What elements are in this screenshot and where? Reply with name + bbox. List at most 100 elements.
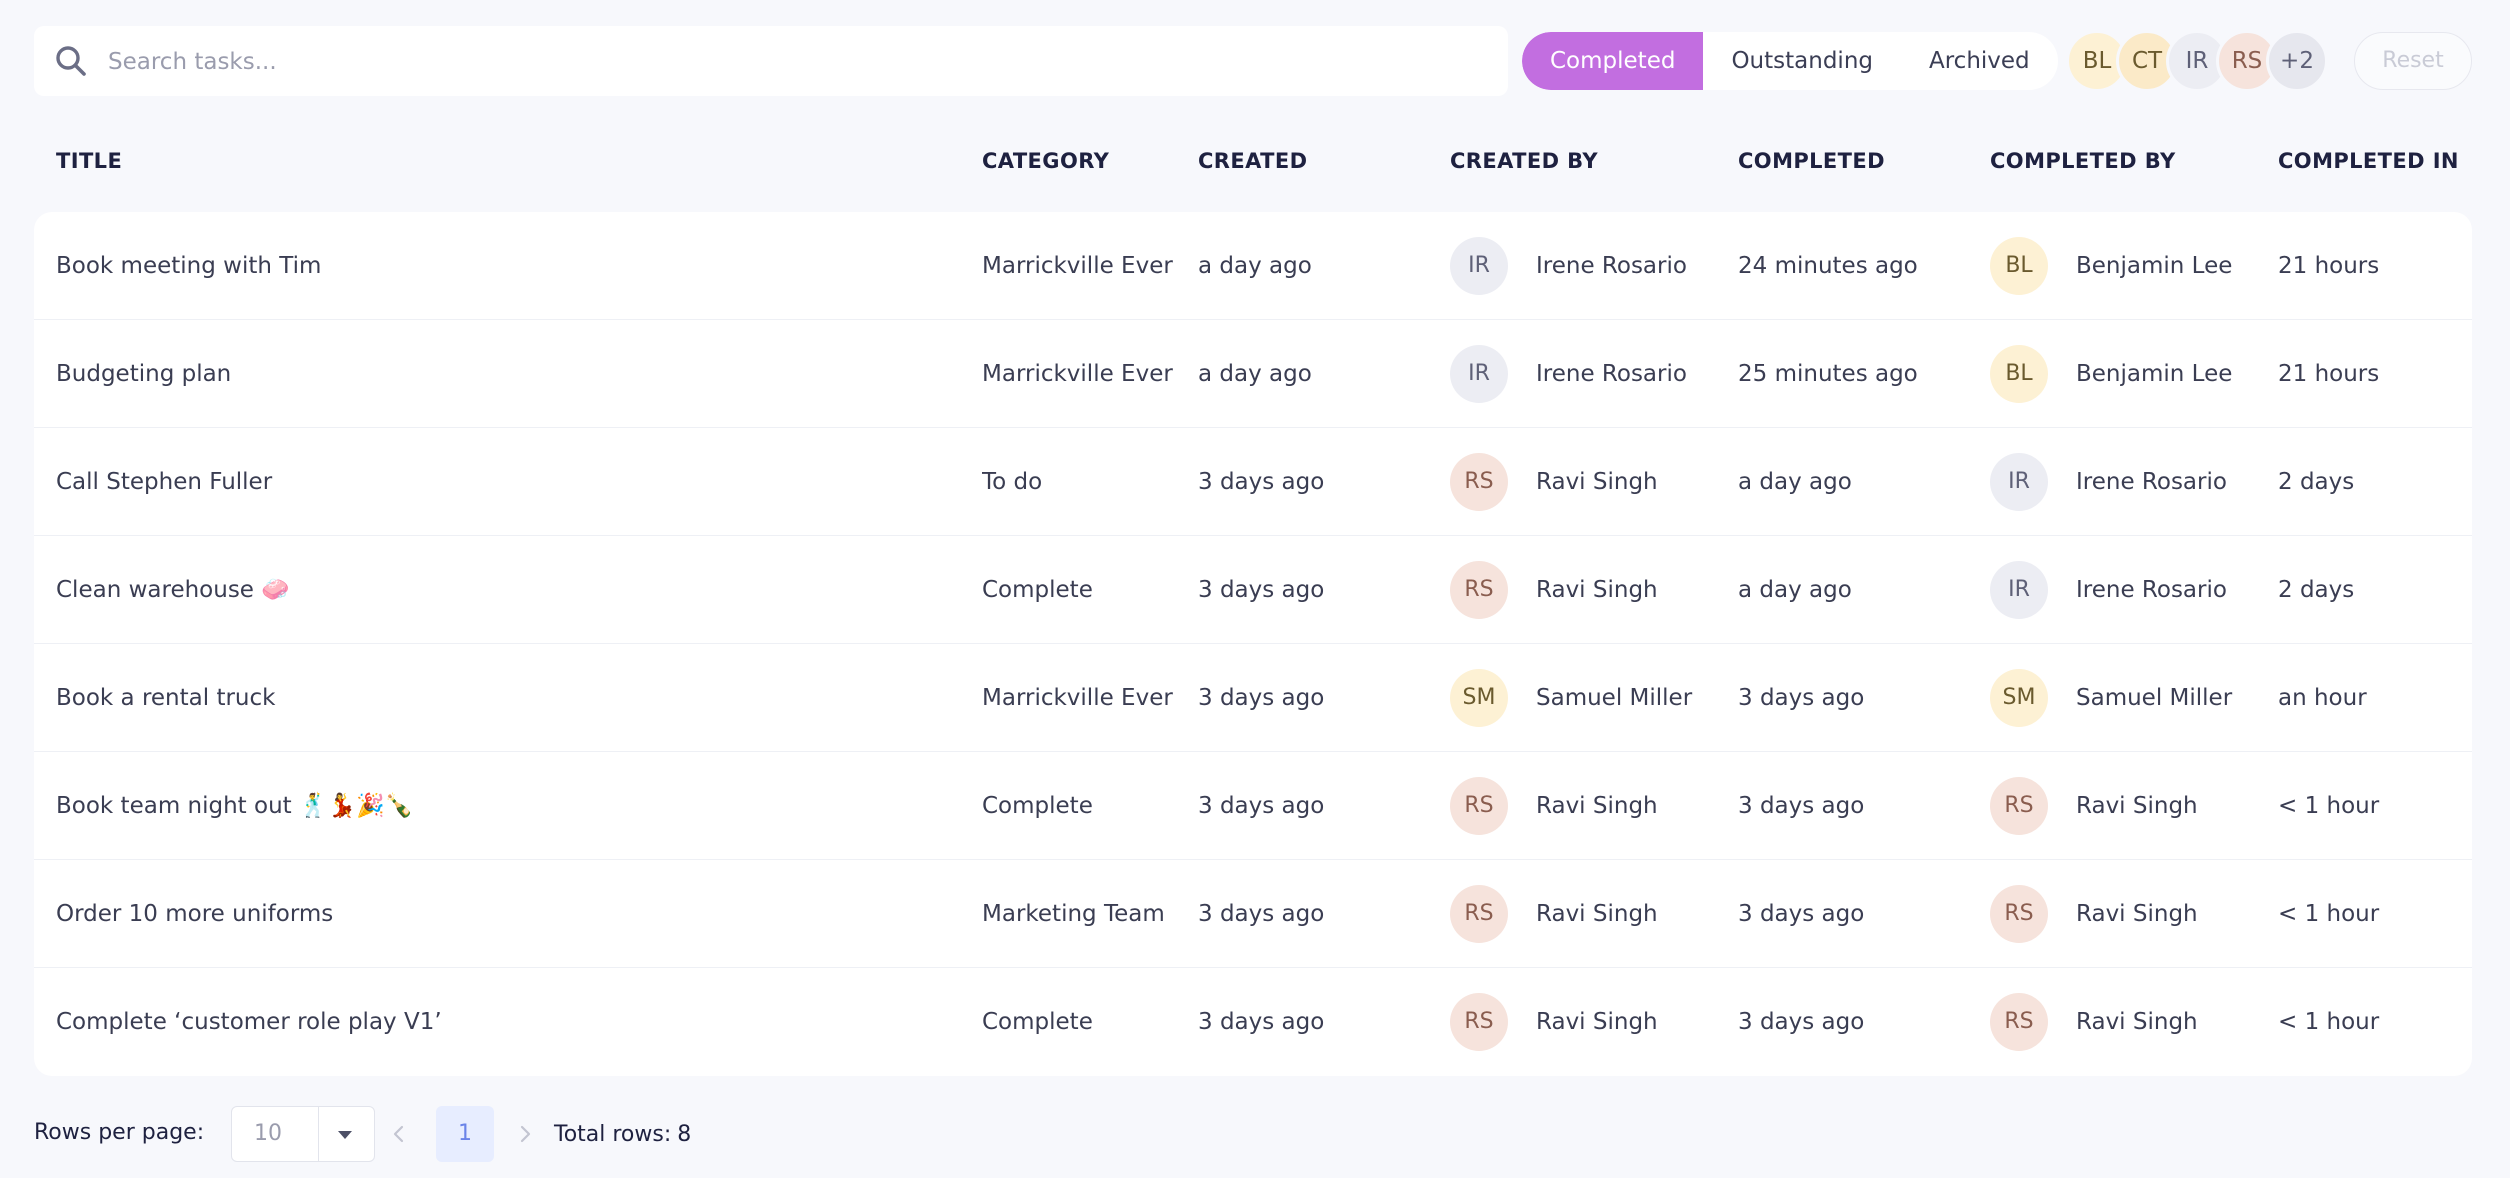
pagination-bar: Rows per page: 10 1 Total rows: 8 (34, 1104, 1234, 1162)
task-created: 3 days ago (1198, 577, 1325, 603)
table-row[interactable]: Clean warehouse 🧼 Complete 3 days ago RS Rav… (34, 536, 2472, 644)
task-completed-by: IR Irene Rosario (1990, 536, 2227, 644)
table-header: TITLE CATEGORY CREATED CREATED BY COMPLE… (34, 136, 2472, 186)
person-name: Ravi Singh (1536, 793, 1658, 819)
table-row[interactable]: Book team night out 🕺💃🎉🍾 Complete 3 days a… (34, 752, 2472, 860)
task-category: Marrickville Ever (982, 253, 1173, 279)
column-header-title[interactable]: TITLE (56, 136, 122, 186)
search-box[interactable] (34, 26, 1508, 98)
avatar: RS (1450, 453, 1508, 511)
rows-per-page-value: 10 (254, 1121, 282, 1146)
task-created-by: RS Ravi Singh (1450, 428, 1658, 536)
task-title: Clean warehouse 🧼 (56, 577, 290, 603)
person-name: Ravi Singh (2076, 793, 2198, 819)
task-title: Order 10 more uniforms (56, 901, 334, 927)
task-created-by: IR Irene Rosario (1450, 212, 1687, 320)
table-row[interactable]: Call Stephen Fuller To do 3 days ago RS Ravi… (34, 428, 2472, 536)
table-row[interactable]: Budgeting plan Marrickville Ever a day ago… (34, 320, 2472, 428)
table-row[interactable]: Book a rental truck Marrickville Ever 3 da… (34, 644, 2472, 752)
task-completed-in: 21 hours (2278, 253, 2380, 279)
avatar: RS (1450, 777, 1508, 835)
person-name: Ravi Singh (2076, 1009, 2198, 1035)
task-completed-in: 2 days (2278, 577, 2355, 603)
filter-avatar[interactable]: +2 (2266, 30, 2328, 92)
table-row[interactable]: Order 10 more uniforms Marketing Team 3 da… (34, 860, 2472, 968)
avatar: BL (1990, 345, 2048, 403)
task-created-by: RS Ravi Singh (1450, 752, 1658, 860)
task-title: Book a rental truck (56, 685, 276, 711)
task-created-by: RS Ravi Singh (1450, 968, 1658, 1076)
table-row[interactable]: Book meeting with Tim Marrickville Ever a … (34, 212, 2472, 320)
task-completed-in: 2 days (2278, 469, 2355, 495)
task-category: To do (982, 469, 1043, 495)
task-completed: a day ago (1738, 469, 1852, 495)
person-name: Ravi Singh (2076, 901, 2198, 927)
column-header-completed[interactable]: COMPLETED (1738, 136, 1885, 186)
column-header-completed-by[interactable]: COMPLETED BY (1990, 136, 2176, 186)
search-input[interactable] (106, 26, 1500, 98)
task-category: Complete (982, 577, 1093, 603)
task-completed: 24 minutes ago (1738, 253, 1918, 279)
task-title: Book team night out 🕺💃🎉🍾 (56, 793, 414, 819)
column-header-created[interactable]: CREATED (1198, 136, 1307, 186)
task-completed: 3 days ago (1738, 793, 1865, 819)
task-title: Complete ‘customer role play V1’ (56, 1009, 442, 1035)
task-completed-in: 21 hours (2278, 361, 2380, 387)
task-completed-by: IR Irene Rosario (1990, 428, 2227, 536)
avatar: RS (1450, 885, 1508, 943)
caret-down-icon (338, 1131, 352, 1139)
task-completed-by: RS Ravi Singh (1990, 860, 2198, 968)
task-created: 3 days ago (1198, 901, 1325, 927)
task-completed-by: BL Benjamin Lee (1990, 212, 2232, 320)
task-completed: 3 days ago (1738, 1009, 1865, 1035)
table-row[interactable]: Complete ‘customer role play V1’ Complete… (34, 968, 2472, 1076)
tab-archived[interactable]: Archived (1901, 32, 2058, 90)
column-header-completed-in[interactable]: COMPLETED IN (2278, 136, 2459, 186)
task-completed-in: < 1 hour (2278, 901, 2380, 927)
page-number-current[interactable]: 1 (436, 1106, 494, 1162)
person-name: Samuel Miller (1536, 685, 1693, 711)
user-filter-avatars: BL CT IR RS +2 (2066, 30, 2328, 92)
person-name: Ravi Singh (1536, 577, 1658, 603)
column-header-created-by[interactable]: CREATED BY (1450, 136, 1598, 186)
reset-button[interactable]: Reset (2354, 32, 2472, 90)
task-created-by: SM Samuel Miller (1450, 644, 1692, 752)
search-icon (56, 46, 86, 76)
chevron-left-icon[interactable] (384, 1106, 414, 1162)
task-created-by: RS Ravi Singh (1450, 860, 1658, 968)
task-created: 3 days ago (1198, 793, 1325, 819)
column-header-category[interactable]: CATEGORY (982, 136, 1109, 186)
avatar: IR (1990, 453, 2048, 511)
avatar: SM (1450, 669, 1508, 727)
avatar: SM (1990, 669, 2048, 727)
toolbar: Completed Outstanding Archived BLCTIRRS+… (34, 26, 2472, 98)
task-created: a day ago (1198, 361, 1312, 387)
person-name: Irene Rosario (1536, 253, 1687, 279)
task-category: Marrickville Ever (982, 361, 1173, 387)
avatar: RS (1990, 885, 2048, 943)
person-name: Ravi Singh (1536, 469, 1658, 495)
tab-outstanding[interactable]: Outstanding (1703, 32, 1901, 90)
total-rows-value: 8 (677, 1122, 692, 1147)
task-completed-by: BL Benjamin Lee (1990, 320, 2232, 428)
chevron-right-icon[interactable] (510, 1106, 540, 1162)
tab-completed[interactable]: Completed (1522, 32, 1704, 90)
avatar: BL (1990, 237, 2048, 295)
task-created: 3 days ago (1198, 469, 1325, 495)
avatar: RS (1990, 777, 2048, 835)
task-created: 3 days ago (1198, 1009, 1325, 1035)
person-name: Irene Rosario (1536, 361, 1687, 387)
rows-per-page-select[interactable]: 10 (231, 1106, 375, 1162)
task-created: 3 days ago (1198, 685, 1325, 711)
person-name: Benjamin Lee (2076, 253, 2233, 279)
select-divider (318, 1107, 319, 1161)
total-rows-label: Total rows: (554, 1122, 672, 1147)
task-completed-by: RS Ravi Singh (1990, 752, 2198, 860)
task-table: Book meeting with Tim Marrickville Ever a … (34, 212, 2472, 1076)
task-category: Complete (982, 1009, 1093, 1035)
task-title: Book meeting with Tim (56, 253, 322, 279)
task-created: a day ago (1198, 253, 1312, 279)
task-completed-in: < 1 hour (2278, 793, 2380, 819)
person-name: Samuel Miller (2076, 685, 2233, 711)
task-completed-in: < 1 hour (2278, 1009, 2380, 1035)
